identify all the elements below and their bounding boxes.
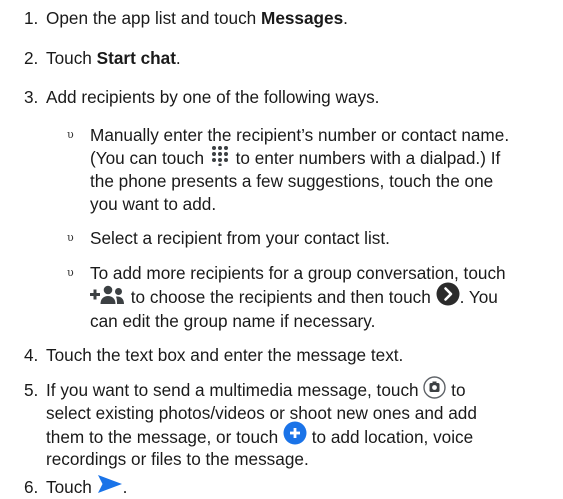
bullet-text: you want to add. [90,194,217,214]
start-chat-bold: Start chat [96,48,176,68]
bullet-marker: υ [67,128,74,141]
attach-media-icon [423,376,447,399]
step-text: Add recipients by one of the following w… [46,87,380,107]
bullet-text: to choose the recipients and then touch … [90,282,498,310]
bullet-marker: υ [67,231,74,244]
bullet-text: To add more recipients for a group conve… [90,263,506,283]
dialpad-icon [209,144,231,167]
bullet-marker: υ [67,266,74,279]
step-text: select existing photos/videos or shoot n… [46,403,477,423]
step-text: Open the app list and touch Messages. [46,8,348,28]
step-number: 3. [24,87,39,107]
bullet-text: Manually enter the recipient’s number or… [90,125,510,145]
step-number: 6. [24,477,39,497]
step-number: 2. [24,48,39,68]
app-name-bold: Messages [261,8,344,28]
step-text: them to the message, or touch to add loc… [46,421,473,450]
send-icon [97,474,123,494]
bullet-text: can edit the group name if necessary. [90,311,376,331]
step-number: 1. [24,8,39,28]
step-text: If you want to send a multimedia message… [46,376,466,403]
next-arrow-icon [436,282,460,306]
add-group-icon [90,284,126,306]
step-text: recordings or files to the message. [46,449,309,469]
step-text: Touch the text box and enter the message… [46,345,404,365]
step-text: Touch Start chat. [46,48,181,68]
step-number: 5. [24,380,39,400]
step-number: 4. [24,345,39,365]
bullet-text: (You can touch to enter numbers with a d… [90,144,500,170]
bullet-text: Select a recipient from your contact lis… [90,228,390,248]
step-text: Touch . [46,474,127,498]
add-attachment-icon [283,421,307,445]
bullet-text: the phone presents a few suggestions, to… [90,171,494,191]
